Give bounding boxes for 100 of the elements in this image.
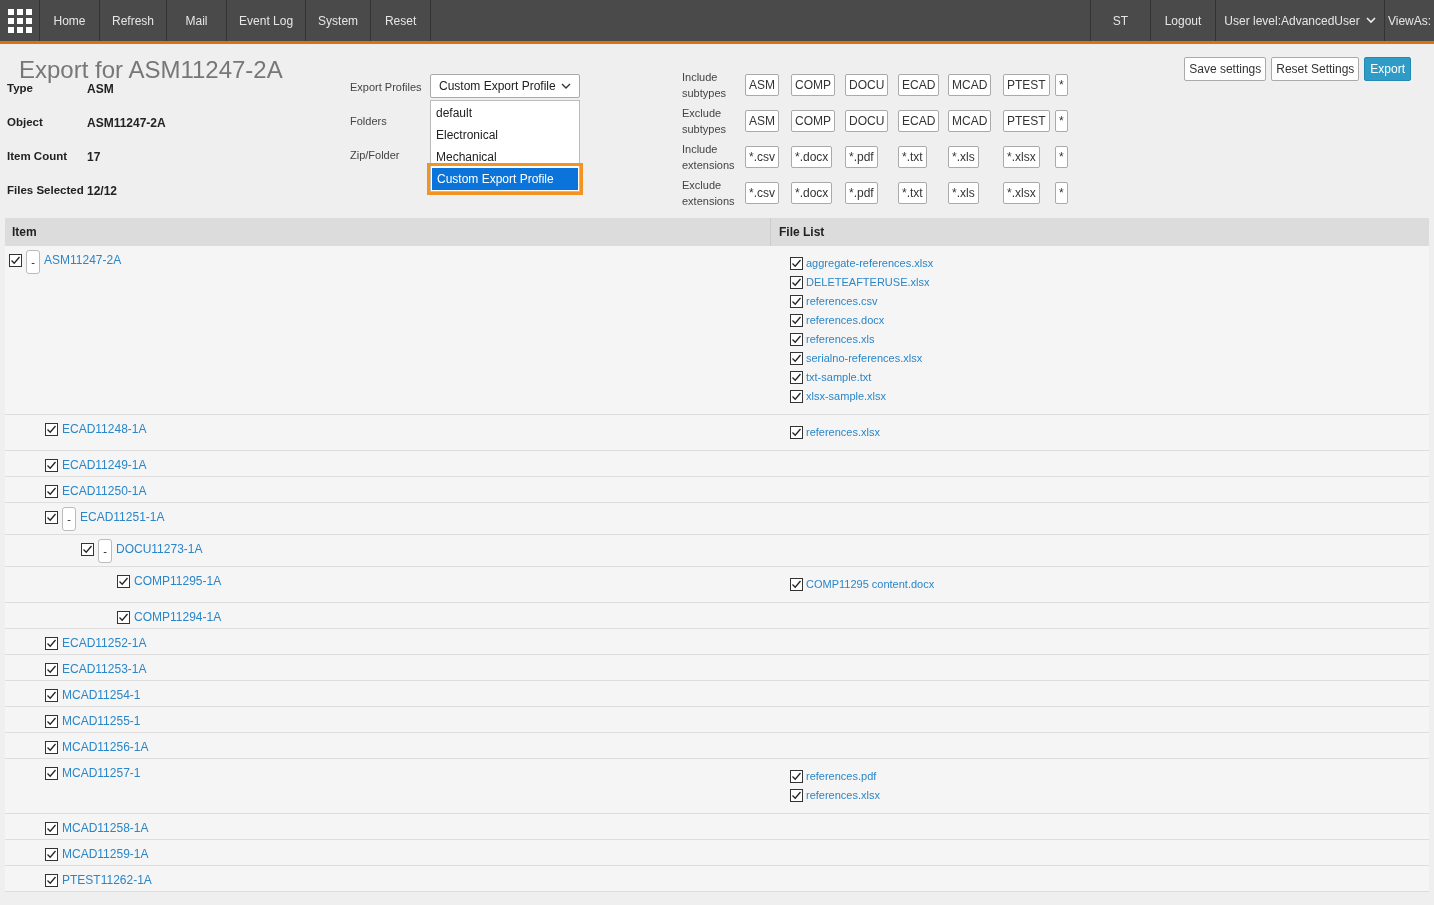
nav-link[interactable]: Event Log — [227, 0, 307, 41]
checkbox[interactable] — [117, 575, 130, 588]
filter-chip[interactable]: *.txt — [898, 146, 927, 168]
collapse-toggle[interactable]: - — [62, 507, 76, 531]
checkbox[interactable] — [45, 423, 58, 436]
nav-link[interactable]: Mail — [167, 0, 228, 41]
checkbox[interactable] — [117, 611, 130, 624]
checkbox[interactable] — [790, 351, 803, 365]
nav-link[interactable]: ViewAs: — [1385, 0, 1434, 41]
collapse-toggle[interactable]: - — [98, 539, 112, 563]
file-link[interactable]: references.csv — [806, 293, 878, 309]
checkbox[interactable] — [790, 577, 803, 591]
checkbox[interactable] — [45, 663, 58, 676]
filter-chip[interactable]: * — [1055, 74, 1068, 96]
nav-link[interactable]: ST — [1091, 0, 1151, 41]
collapse-toggle[interactable]: - — [26, 250, 40, 274]
checkbox[interactable] — [790, 788, 803, 802]
filter-chip[interactable]: ASM — [745, 110, 779, 132]
checkbox[interactable] — [45, 741, 58, 754]
checkbox[interactable] — [790, 256, 803, 270]
item-link[interactable]: MCAD11257-1 — [62, 765, 141, 781]
item-link[interactable]: MCAD11259-1A — [62, 846, 149, 862]
checkbox[interactable] — [45, 459, 58, 472]
filter-chip[interactable]: MCAD — [948, 74, 992, 96]
file-link[interactable]: COMP11295 content.docx — [806, 576, 935, 592]
nav-link[interactable]: Refresh — [100, 0, 168, 41]
dropdown-option[interactable]: Electronical — [431, 124, 579, 146]
filter-chip[interactable]: PTEST — [1003, 74, 1050, 96]
filter-chip[interactable]: * — [1055, 146, 1068, 168]
filter-chip[interactable]: *.xlsx — [1003, 182, 1040, 204]
filter-chip[interactable]: DOCU — [845, 74, 889, 96]
file-link[interactable]: serialno-references.xlsx — [806, 350, 923, 366]
checkbox[interactable] — [45, 637, 58, 650]
dropdown-option[interactable]: Mechanical — [431, 146, 579, 168]
filter-chip[interactable]: *.docx — [791, 182, 833, 204]
checkbox[interactable] — [81, 543, 94, 556]
checkbox[interactable] — [45, 822, 58, 835]
checkbox[interactable] — [790, 425, 803, 439]
item-link[interactable]: MCAD11254-1 — [62, 687, 141, 703]
filter-chip[interactable]: * — [1055, 182, 1068, 204]
file-link[interactable]: references.xlsx — [806, 787, 880, 803]
filter-chip[interactable]: *.pdf — [845, 146, 878, 168]
checkbox[interactable] — [45, 848, 58, 861]
filter-chip[interactable]: COMP — [791, 74, 835, 96]
filter-chip[interactable]: ECAD — [898, 74, 940, 96]
file-link[interactable]: txt-sample.txt — [806, 369, 872, 385]
checkbox[interactable] — [790, 370, 803, 384]
nav-link[interactable]: Logout — [1151, 0, 1216, 41]
item-link[interactable]: COMP11295-1A — [134, 573, 222, 589]
item-link[interactable]: ECAD11253-1A — [62, 661, 147, 677]
checkbox[interactable] — [790, 389, 803, 403]
filter-chip[interactable]: *.pdf — [845, 182, 878, 204]
filter-chip[interactable]: *.txt — [898, 182, 927, 204]
item-link[interactable]: MCAD11255-1 — [62, 713, 141, 729]
item-link[interactable]: ECAD11251-1A — [80, 509, 165, 525]
file-link[interactable]: xlsx-sample.xlsx — [806, 388, 887, 404]
checkbox[interactable] — [790, 769, 803, 783]
checkbox[interactable] — [9, 254, 22, 267]
nav-link[interactable]: System — [306, 0, 372, 41]
profile-select[interactable]: Custom Export Profile — [430, 74, 580, 98]
checkbox[interactable] — [790, 313, 803, 327]
checkbox[interactable] — [45, 485, 58, 498]
settings-button[interactable]: Save settings — [1184, 57, 1267, 81]
checkbox[interactable] — [790, 275, 803, 289]
checkbox[interactable] — [790, 332, 803, 346]
file-link[interactable]: references.pdf — [806, 768, 877, 784]
item-link[interactable]: ASM11247-2A — [44, 252, 122, 268]
file-link[interactable]: DELETEAFTERUSE.xlsx — [806, 274, 930, 290]
file-link[interactable]: aggregate-references.xlsx — [806, 255, 934, 271]
filter-chip[interactable]: *.xls — [948, 182, 979, 204]
filter-chip[interactable]: MCAD — [948, 110, 992, 132]
apps-grid-icon[interactable] — [7, 8, 32, 33]
nav-link[interactable]: Reset — [371, 0, 432, 41]
checkbox[interactable] — [45, 874, 58, 887]
file-link[interactable]: references.docx — [806, 312, 885, 328]
item-link[interactable]: MCAD11256-1A — [62, 739, 149, 755]
checkbox[interactable] — [45, 689, 58, 702]
filter-chip[interactable]: PTEST — [1003, 110, 1050, 132]
filter-chip[interactable]: *.docx — [791, 146, 833, 168]
checkbox[interactable] — [790, 294, 803, 308]
filter-chip[interactable]: *.csv — [745, 146, 779, 168]
filter-chip[interactable]: DOCU — [845, 110, 889, 132]
item-link[interactable]: ECAD11249-1A — [62, 457, 147, 473]
dropdown-option[interactable]: default — [431, 102, 579, 124]
file-link[interactable]: references.xlsx — [806, 424, 880, 440]
settings-button[interactable]: Reset Settings — [1271, 57, 1360, 81]
item-link[interactable]: COMP11294-1A — [134, 609, 222, 625]
filter-chip[interactable]: ASM — [745, 74, 779, 96]
item-link[interactable]: PTEST11262-1A — [62, 872, 152, 888]
checkbox[interactable] — [45, 715, 58, 728]
item-link[interactable]: DOCU11273-1A — [116, 541, 203, 557]
user-level-dropdown[interactable]: User level:AdvancedUser — [1216, 0, 1385, 41]
item-link[interactable]: ECAD11250-1A — [62, 483, 147, 499]
item-link[interactable]: ECAD11248-1A — [62, 421, 147, 437]
filter-chip[interactable]: ECAD — [898, 110, 940, 132]
filter-chip[interactable]: COMP — [791, 110, 835, 132]
nav-link[interactable]: Home — [40, 0, 100, 41]
checkbox[interactable] — [45, 767, 58, 780]
filter-chip[interactable]: *.xls — [948, 146, 979, 168]
item-link[interactable]: ECAD11252-1A — [62, 635, 147, 651]
